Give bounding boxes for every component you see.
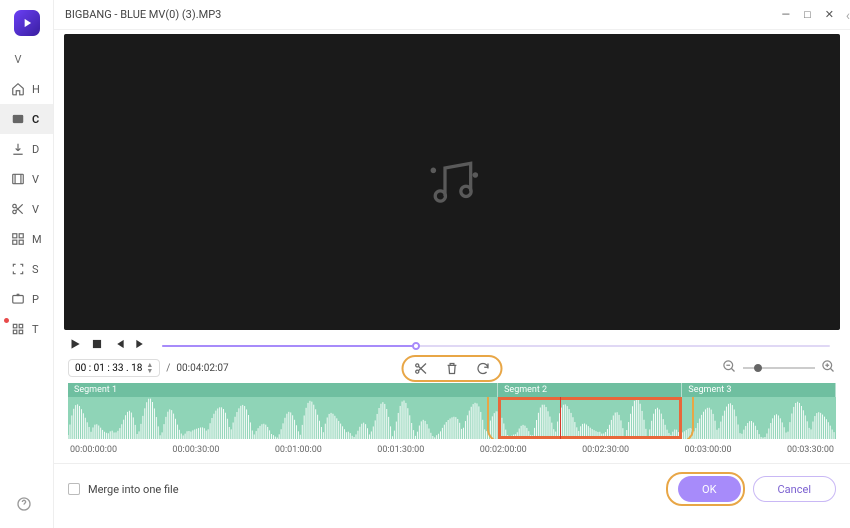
segment-tab-0[interactable]: Segment 1 bbox=[68, 383, 498, 397]
cancel-button[interactable]: Cancel bbox=[753, 476, 836, 502]
zoom-slider[interactable] bbox=[743, 367, 815, 369]
focus-icon bbox=[10, 262, 26, 276]
help-icon[interactable] bbox=[16, 496, 32, 516]
total-time: 00:04:02:07 bbox=[176, 363, 228, 374]
maximize-button[interactable]: □ bbox=[804, 8, 811, 21]
ruler-mark: 00:01:00:00 bbox=[275, 445, 322, 455]
next-button[interactable] bbox=[134, 336, 148, 355]
footer: Merge into one file OK Cancel bbox=[54, 463, 850, 516]
sidebar-item-convert[interactable]: C bbox=[0, 104, 53, 134]
app-logo bbox=[14, 10, 40, 36]
sidebar-item-download[interactable]: D bbox=[0, 134, 53, 164]
minimize-button[interactable]: — bbox=[782, 8, 791, 21]
ruler-mark: 00:03:30:00 bbox=[787, 445, 834, 455]
tv-icon bbox=[10, 292, 26, 306]
time-stepper[interactable]: ▲▼ bbox=[146, 362, 153, 374]
sidebar-label: T bbox=[32, 323, 39, 336]
ruler-mark: 00:02:30:00 bbox=[582, 445, 629, 455]
merge-checkbox[interactable] bbox=[68, 483, 80, 495]
close-button[interactable]: ✕ bbox=[825, 8, 834, 21]
music-note-icon bbox=[424, 154, 480, 210]
ruler-mark: 00:00:30:00 bbox=[172, 445, 219, 455]
ok-button-highlight: OK bbox=[666, 472, 744, 506]
scissors-icon bbox=[10, 202, 26, 216]
seekbar[interactable] bbox=[162, 341, 830, 351]
segments-bar: Segment 1Segment 2Segment 3 bbox=[68, 383, 836, 397]
sidebar-item-toolbox[interactable]: T bbox=[0, 314, 53, 344]
ruler-mark: 00:02:00:00 bbox=[480, 445, 527, 455]
edit-tools-highlight bbox=[402, 355, 503, 382]
zoom-in-button[interactable] bbox=[821, 359, 836, 378]
time-ruler: 00:00:00:00 00:00:30:00 00:01:00:00 00:01:3… bbox=[68, 439, 836, 459]
sidebar-item-cut[interactable]: V bbox=[0, 194, 53, 224]
panel-sash-icon[interactable]: ‹ bbox=[846, 8, 850, 24]
segment-tab-2[interactable]: Segment 3 bbox=[682, 383, 836, 397]
sidebar-label: S bbox=[32, 263, 39, 276]
convert-icon bbox=[10, 112, 26, 126]
ruler-mark: 00:01:30:00 bbox=[377, 445, 424, 455]
main-panel: BIGBANG - BLUE MV(0) (3).MP3 — □ ✕ bbox=[54, 0, 850, 528]
zoom-controls bbox=[722, 359, 836, 378]
cut-tool-button[interactable] bbox=[414, 361, 429, 376]
time-separator: / bbox=[166, 363, 170, 374]
delete-tool-button[interactable] bbox=[445, 361, 460, 376]
ok-button[interactable]: OK bbox=[678, 476, 740, 502]
apps-icon bbox=[10, 322, 26, 336]
play-button[interactable] bbox=[68, 336, 82, 355]
sidebar-label: V bbox=[32, 203, 39, 216]
sidebar-item-screen[interactable]: S bbox=[0, 254, 53, 284]
rotate-tool-button[interactable] bbox=[476, 361, 491, 376]
sidebar-item-video[interactable]: V bbox=[0, 164, 53, 194]
sidebar-label: M bbox=[32, 233, 42, 246]
sidebar-label: H bbox=[32, 83, 40, 96]
current-time-input[interactable]: 00 : 01 : 33 . 18 ▲▼ bbox=[68, 359, 160, 377]
sidebar-label: D bbox=[32, 143, 39, 156]
timeline[interactable]: Segment 1Segment 2Segment 3 00:00:00:000… bbox=[68, 383, 836, 459]
grid-icon bbox=[10, 232, 26, 246]
titlebar: BIGBANG - BLUE MV(0) (3).MP3 — □ ✕ bbox=[54, 0, 850, 30]
merge-label: Merge into one file bbox=[88, 483, 179, 496]
stop-button[interactable] bbox=[90, 336, 104, 355]
sidebar-item-player[interactable]: P bbox=[0, 284, 53, 314]
segment-tab-1[interactable]: Segment 2 bbox=[498, 383, 682, 397]
sidebar-label: C bbox=[32, 113, 39, 126]
sidebar: V H C D V V M S P T bbox=[0, 0, 54, 528]
waveform[interactable] bbox=[68, 397, 836, 439]
sidebar-item-merge[interactable]: M bbox=[0, 224, 53, 254]
film-icon bbox=[10, 172, 26, 186]
sidebar-label: V bbox=[32, 173, 39, 186]
current-time-value: 00 : 01 : 33 . 18 bbox=[75, 363, 142, 374]
playhead[interactable] bbox=[560, 397, 561, 439]
sidebar-item-0[interactable]: V bbox=[0, 44, 53, 74]
home-icon bbox=[10, 82, 26, 96]
sidebar-item-home[interactable]: H bbox=[0, 74, 53, 104]
prev-button[interactable] bbox=[112, 336, 126, 355]
ruler-mark: 00:03:00:00 bbox=[685, 445, 732, 455]
media-preview bbox=[64, 34, 840, 330]
ruler-mark: 00:00:00:00 bbox=[70, 445, 117, 455]
playback-controls bbox=[54, 330, 850, 355]
sidebar-label: P bbox=[32, 293, 39, 306]
download-icon bbox=[10, 142, 26, 156]
zoom-out-button[interactable] bbox=[722, 359, 737, 378]
window-title: BIGBANG - BLUE MV(0) (3).MP3 bbox=[65, 8, 221, 21]
label-icon: V bbox=[10, 53, 26, 66]
